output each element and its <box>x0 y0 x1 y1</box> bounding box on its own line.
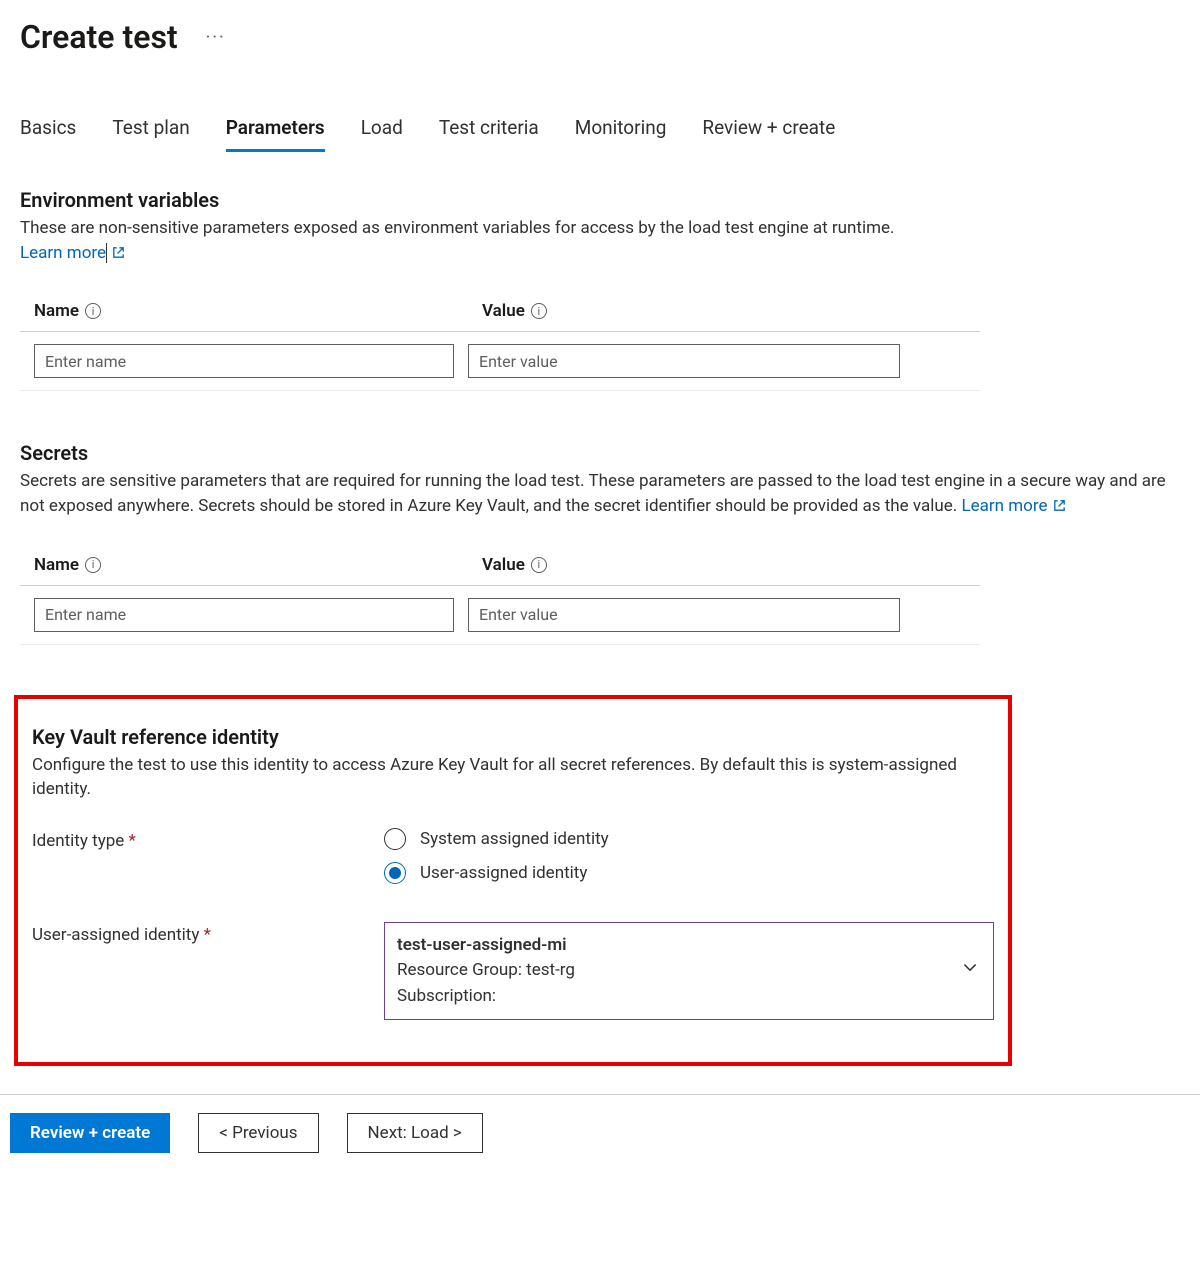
user-assigned-identity-label: User-assigned identity * <box>32 922 384 945</box>
more-icon[interactable]: ··· <box>206 27 226 48</box>
secrets-desc: Secrets are sensitive parameters that ar… <box>20 469 1180 518</box>
info-icon[interactable]: i <box>531 557 547 573</box>
page-title: Create test <box>20 18 178 56</box>
tab-review-create[interactable]: Review + create <box>702 116 835 152</box>
env-vars-desc-text: These are non-sensitive parameters expos… <box>20 218 895 238</box>
radio-user-assigned[interactable]: User-assigned identity <box>384 862 609 884</box>
info-icon[interactable]: i <box>531 303 547 319</box>
secrets-heading: Secrets <box>20 441 1180 465</box>
kv-heading: Key Vault reference identity <box>32 725 994 749</box>
next-button[interactable]: Next: Load > <box>347 1113 483 1153</box>
external-link-icon <box>1052 496 1067 516</box>
env-vars-table: Name i Value i <box>20 293 980 391</box>
radio-icon <box>384 828 406 850</box>
footer: Review + create < Previous Next: Load > <box>0 1095 1200 1183</box>
user-assigned-identity-dropdown[interactable]: test-user-assigned-mi Resource Group: te… <box>384 922 994 1021</box>
info-icon[interactable]: i <box>85 557 101 573</box>
radio-label: User-assigned identity <box>420 863 587 883</box>
env-vars-col-value: Value i <box>482 301 980 321</box>
external-link-icon <box>111 243 126 263</box>
identity-type-radio-group: System assigned identity User-assigned i… <box>384 828 609 884</box>
identity-type-label: Identity type * <box>32 828 384 851</box>
identity-type-row: Identity type * System assigned identity… <box>32 828 994 884</box>
info-icon[interactable]: i <box>85 303 101 319</box>
kv-desc: Configure the test to use this identity … <box>32 753 994 802</box>
tab-parameters[interactable]: Parameters <box>226 116 325 152</box>
env-vars-heading: Environment variables <box>20 188 1180 212</box>
tab-load[interactable]: Load <box>361 116 403 152</box>
secrets-learn-more-link[interactable]: Learn more <box>961 496 1066 516</box>
secrets-row <box>20 586 980 645</box>
env-vars-learn-more-link[interactable]: Learn more <box>20 243 126 263</box>
secret-value-input[interactable] <box>468 598 900 632</box>
user-assigned-identity-row: User-assigned identity * test-user-assig… <box>32 922 994 1021</box>
env-var-name-input[interactable] <box>34 344 454 378</box>
secret-name-input[interactable] <box>34 598 454 632</box>
section-env-vars: Environment variables These are non-sens… <box>20 188 1180 391</box>
env-vars-desc: These are non-sensitive parameters expos… <box>20 216 1180 265</box>
secrets-col-name: Name i <box>34 555 482 575</box>
tab-test-plan[interactable]: Test plan <box>112 116 189 152</box>
tab-test-criteria[interactable]: Test criteria <box>439 116 539 152</box>
tab-monitoring[interactable]: Monitoring <box>575 116 667 152</box>
env-var-value-input[interactable] <box>468 344 900 378</box>
tabs: Basics Test plan Parameters Load Test criter… <box>20 116 1180 152</box>
title-row: Create test ··· <box>20 18 1180 56</box>
section-secrets: Secrets Secrets are sensitive parameters… <box>20 441 1180 644</box>
chevron-down-icon <box>961 958 979 985</box>
secrets-header: Name i Value i <box>20 547 980 586</box>
env-vars-header: Name i Value i <box>20 293 980 332</box>
radio-label: System assigned identity <box>420 829 609 849</box>
radio-icon <box>384 862 406 884</box>
dropdown-title: test-user-assigned-mi <box>397 933 953 959</box>
dropdown-subscription: Subscription: <box>397 984 953 1010</box>
key-vault-highlight-box: Key Vault reference identity Configure t… <box>14 695 1012 1067</box>
dropdown-resource-group: Resource Group: test-rg <box>397 958 953 984</box>
secrets-col-value: Value i <box>482 555 980 575</box>
env-vars-row <box>20 332 980 391</box>
tab-basics[interactable]: Basics <box>20 116 76 152</box>
previous-button[interactable]: < Previous <box>198 1113 318 1153</box>
radio-system-assigned[interactable]: System assigned identity <box>384 828 609 850</box>
review-create-button[interactable]: Review + create <box>10 1113 170 1153</box>
secrets-table: Name i Value i <box>20 547 980 645</box>
env-vars-col-name: Name i <box>34 301 482 321</box>
